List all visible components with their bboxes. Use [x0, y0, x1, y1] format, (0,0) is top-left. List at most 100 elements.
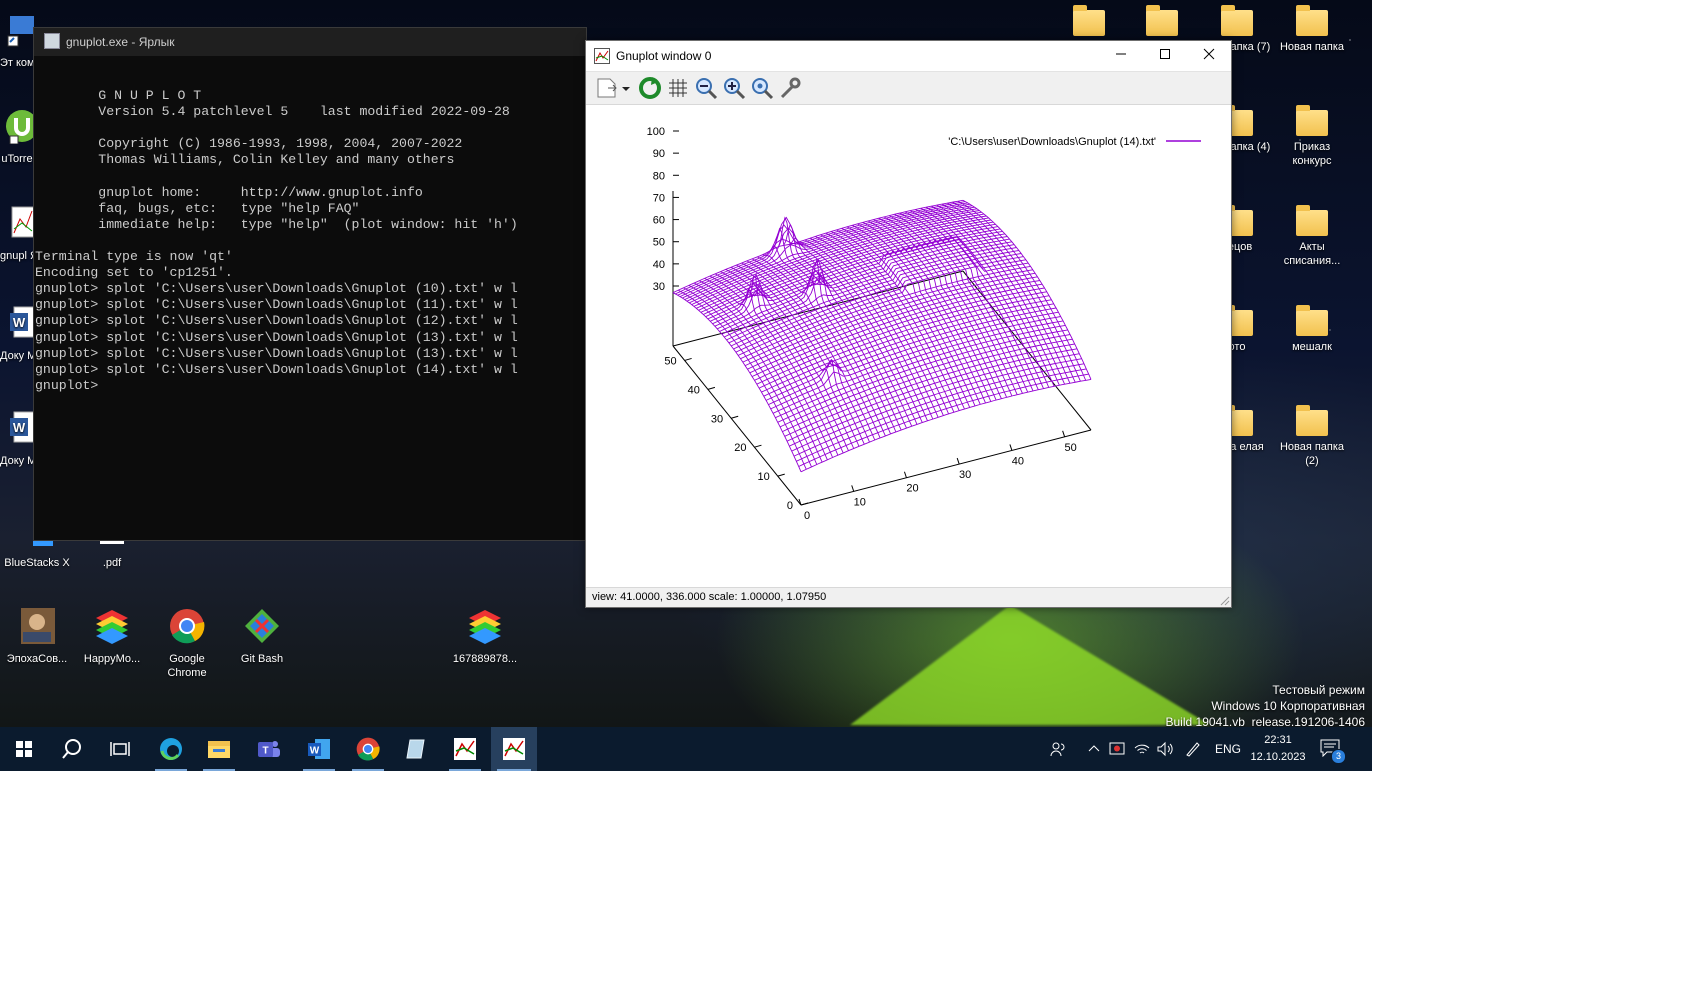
language-indicator[interactable]: ENG	[1215, 742, 1241, 756]
folder-icon	[1146, 5, 1178, 36]
svg-text:W: W	[13, 420, 26, 435]
desktop-icon-google-chrome[interactable]: Google Chrome	[150, 608, 224, 680]
desktop-icon-gnuplot-shortcut[interactable]: gnupl Яр	[0, 205, 36, 263]
desktop-icon-this-pc[interactable]: Эт компь	[0, 12, 36, 70]
desktop-icon-apk[interactable]: 167889878...	[448, 608, 522, 666]
folder-icon	[1073, 5, 1105, 36]
settings-icon[interactable]	[778, 76, 802, 100]
explorer-icon	[208, 741, 230, 758]
console-line: Encoding set to 'cp1251'.	[35, 265, 233, 281]
computer-icon	[7, 16, 34, 47]
gnuplot-titlebar[interactable]: Gnuplot window 0	[586, 41, 1231, 71]
view-status-text: view: 41.0000, 336.000 scale: 1.00000, 1…	[592, 591, 827, 603]
maximize-button[interactable]	[1143, 41, 1187, 71]
task-view-icon	[110, 742, 130, 756]
chevron-up-icon[interactable]	[1088, 743, 1100, 755]
pen-icon[interactable]	[1185, 741, 1201, 757]
desktop-icon-happymod[interactable]: HappyMo...	[75, 608, 149, 666]
console-line: Copyright (C) 1986-1993, 1998, 2004, 200…	[35, 136, 463, 152]
wallpaper-tent	[850, 605, 1210, 725]
x-tick-label: 10	[854, 496, 866, 508]
svg-text:T: T	[262, 746, 268, 757]
git-bash-icon	[245, 609, 279, 643]
folder-icon	[1296, 205, 1328, 236]
taskbar-explorer[interactable]	[197, 727, 241, 771]
gnuplot-window[interactable]: Gnuplot window 0 0 10 20 30 40 50 0 10 20 30 40 50 3…	[585, 40, 1232, 608]
taskbar-teams[interactable]: T	[247, 727, 291, 771]
console-line: gnuplot> splot 'C:\Users\user\Downloads\…	[35, 329, 518, 345]
console-line: gnuplot> splot 'C:\Users\user\Downloads\…	[35, 297, 518, 313]
game-shortcut-icon	[21, 608, 55, 644]
resize-grip-icon[interactable]	[1218, 594, 1230, 606]
z-tick-label: 40	[653, 259, 665, 271]
replot-icon[interactable]	[638, 76, 662, 100]
search-button[interactable]	[50, 727, 94, 771]
console-titlebar[interactable]: gnuplot.exe - Ярлык	[34, 28, 586, 56]
desktop-icon-word-document-1[interactable]: W Доку Micr	[0, 305, 36, 363]
svg-text:W: W	[310, 746, 320, 757]
taskbar-gnuplot-window[interactable]	[491, 727, 537, 771]
console-window[interactable]: gnuplot.exe - Ярлык G N U P L O T Versio…	[33, 27, 587, 541]
grid-icon[interactable]	[666, 76, 690, 100]
security-icon[interactable]	[1109, 741, 1125, 757]
desktop-folder-new-2[interactable]: Новая папка (2)	[1275, 404, 1349, 468]
clock[interactable]: 22:31 12.10.2023	[1248, 732, 1308, 766]
desktop-folder-akty[interactable]: Акты списания...	[1275, 204, 1349, 268]
minimize-button[interactable]	[1099, 41, 1143, 71]
console-output[interactable]: G N U P L O T Version 5.4 patchlevel 5 l…	[34, 56, 586, 394]
task-view-button[interactable]	[98, 727, 142, 771]
gnuplot-active-icon	[503, 738, 525, 760]
z-tick-label: 100	[647, 126, 665, 138]
zoom-out-icon[interactable]	[694, 76, 718, 100]
close-icon	[1203, 48, 1215, 60]
running-indicator	[155, 769, 187, 771]
taskbar-notepad[interactable]	[395, 727, 439, 771]
export-icon[interactable]	[594, 76, 634, 100]
wifi-icon[interactable]	[1134, 741, 1150, 757]
gnuplot-window-title: Gnuplot window 0	[616, 49, 712, 63]
gnuplot-app-icon	[594, 48, 610, 64]
x-tick	[903, 471, 907, 478]
z-tick-label: 30	[653, 281, 665, 293]
plot-area[interactable]: 0 10 20 30 40 50 0 10 20 30 40 50 30 40 50 60 70 80 90 100 '…	[588, 105, 1228, 584]
running-indicator	[203, 769, 235, 771]
desktop-icon-utorrent[interactable]: uTorre	[0, 108, 38, 166]
taskbar-edge[interactable]	[149, 727, 193, 771]
desktop-icon-word-document-2[interactable]: W Доку Micr	[0, 410, 36, 468]
taskbar-gnuplot[interactable]	[443, 727, 487, 771]
volume-icon[interactable]	[1157, 741, 1173, 757]
z-tick-label: 90	[653, 148, 665, 160]
console-line: Thomas Williams, Colin Kelley and many o…	[35, 152, 455, 168]
desktop-folder-1[interactable]	[1052, 4, 1126, 40]
desktop-folder-new[interactable]: Новая папка	[1275, 4, 1349, 54]
people-icon[interactable]	[1050, 741, 1066, 757]
desktop-folder-2[interactable]	[1125, 4, 1199, 40]
y-tick	[707, 386, 716, 390]
taskbar-word[interactable]: W	[297, 727, 341, 771]
word-icon: W	[308, 739, 330, 759]
autoscale-icon[interactable]	[750, 76, 774, 100]
edge-icon	[160, 738, 182, 760]
x-tick-label: 0	[804, 510, 810, 522]
x-tick-label: 30	[959, 469, 971, 481]
console-line: gnuplot> splot 'C:\Users\user\Downloads\…	[35, 345, 518, 361]
surface-plot[interactable]: 0 10 20 30 40 50 0 10 20 30 40 50 30 40 50 60 70 80 90 100 '…	[588, 105, 1228, 584]
zoom-in-icon[interactable]	[722, 76, 746, 100]
taskbar-chrome[interactable]	[346, 727, 390, 771]
bluestacks-icon	[96, 610, 128, 644]
close-button[interactable]	[1187, 41, 1231, 71]
desktop-folder-meshalk[interactable]: мешалк	[1275, 304, 1349, 354]
x-tick	[1009, 444, 1013, 451]
desktop-icon-git-bash[interactable]: Git Bash	[225, 608, 299, 666]
minimize-icon	[1116, 53, 1126, 55]
chrome-icon	[356, 737, 380, 761]
gnuplot-toolbar	[586, 71, 1231, 105]
desktop-folder-prikaz[interactable]: Приказ конкурс	[1275, 104, 1349, 168]
teams-icon: T	[258, 741, 280, 757]
start-button[interactable]	[2, 727, 46, 771]
x-tick-label: 40	[1012, 455, 1024, 467]
notifications-button[interactable]: 3	[1320, 739, 1346, 764]
desktop-icon-game[interactable]: ЭпохаСов...	[0, 608, 74, 666]
chrome-icon	[170, 609, 205, 644]
